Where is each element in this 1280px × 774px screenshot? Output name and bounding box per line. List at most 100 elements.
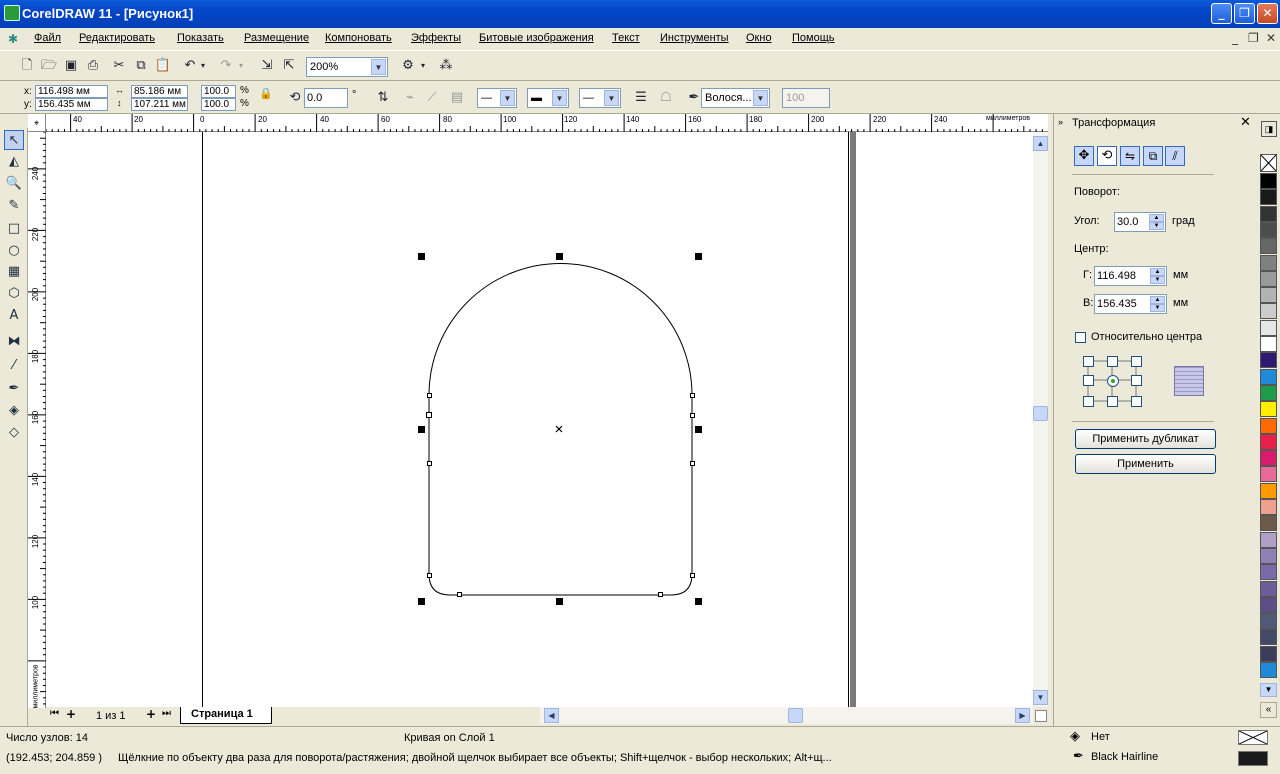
- anchor-center-radio[interactable]: [1107, 375, 1119, 387]
- rectangle-tool-icon[interactable]: □: [4, 219, 24, 239]
- anchor-middle-left[interactable]: [1083, 375, 1094, 386]
- import-icon[interactable]: ⇲: [257, 56, 277, 76]
- menu-bitmaps[interactable]: Битовые изображения: [479, 32, 594, 44]
- menu-help[interactable]: Помощь: [792, 32, 835, 44]
- color-swatch[interactable]: [1260, 303, 1277, 320]
- curve-node[interactable]: [690, 461, 695, 466]
- color-swatch[interactable]: [1260, 270, 1277, 287]
- start-arrow-select[interactable]: — ▼: [477, 88, 517, 108]
- color-swatch[interactable]: [1260, 287, 1277, 304]
- skew-tab-icon[interactable]: ⫽: [1165, 146, 1185, 166]
- selection-handle[interactable]: [556, 253, 563, 260]
- x-position-field[interactable]: 116.498 мм: [35, 85, 108, 98]
- anchor-top-left[interactable]: [1083, 356, 1094, 367]
- color-swatch[interactable]: [1260, 629, 1277, 646]
- freehand-tool-icon[interactable]: ✎: [4, 196, 24, 216]
- horizontal-ruler[interactable]: 40 20 0 20 40 60 80 100 120 140 160 180 …: [46, 114, 1048, 132]
- angle-spinbox[interactable]: 30.0 ▲ ▼: [1114, 212, 1166, 232]
- scale-width-field[interactable]: 100.0: [201, 85, 236, 98]
- docker-grip-icon[interactable]: »: [1058, 117, 1063, 127]
- scale-height-field[interactable]: 100.0: [201, 98, 236, 111]
- anchor-top-center[interactable]: [1107, 356, 1118, 367]
- curve-node[interactable]: [690, 393, 695, 398]
- curve-node[interactable]: [690, 413, 695, 418]
- color-swatch[interactable]: [1260, 238, 1277, 255]
- curve-node[interactable]: [427, 573, 432, 578]
- docker-close-icon[interactable]: ✕: [1240, 115, 1251, 130]
- vertical-scrollbar[interactable]: ▲ ▼: [1033, 132, 1048, 707]
- color-swatch[interactable]: [1260, 531, 1277, 548]
- cut-icon[interactable]: ✂: [109, 56, 129, 76]
- menu-edit[interactable]: Редактировать: [79, 32, 155, 44]
- selection-handle[interactable]: [695, 253, 702, 260]
- rotate-tab-icon[interactable]: ⟲: [1097, 146, 1117, 166]
- close-button[interactable]: ✕: [1257, 3, 1278, 24]
- curve-node[interactable]: [690, 573, 695, 578]
- selection-handle[interactable]: [418, 253, 425, 260]
- vertical-ruler[interactable]: 240 220 200 180 160 140 120 100 миллимет…: [28, 132, 46, 709]
- fill-swatch-none[interactable]: [1238, 730, 1268, 745]
- color-swatch[interactable]: [1260, 384, 1277, 401]
- color-swatch[interactable]: [1260, 254, 1277, 271]
- new-document-icon[interactable]: 🗋: [17, 56, 37, 76]
- anchor-top-right[interactable]: [1131, 356, 1142, 367]
- pick-tool-icon[interactable]: ↖: [4, 130, 24, 150]
- scroll-left-arrow-icon[interactable]: ◀: [544, 708, 559, 723]
- zoom-level-select[interactable]: 200% ▼: [306, 57, 388, 77]
- menu-file[interactable]: Файл: [34, 32, 61, 44]
- menu-tools[interactable]: Инструменты: [660, 32, 729, 44]
- corel-online-icon[interactable]: ⁂: [436, 56, 456, 76]
- center-v-spinbox[interactable]: 156.435 ▲ ▼: [1094, 294, 1167, 314]
- palette-expand-icon[interactable]: «: [1260, 702, 1277, 718]
- horizontal-scrollbar[interactable]: ◀ ▶: [540, 707, 1033, 724]
- selected-curve[interactable]: [46, 132, 1033, 707]
- color-swatch[interactable]: [1260, 336, 1277, 352]
- zoom-tool-icon[interactable]: 🔍: [4, 174, 24, 194]
- text-tool-icon[interactable]: A: [4, 306, 24, 326]
- launcher-dropdown-icon[interactable]: ▾: [418, 56, 428, 76]
- menu-view[interactable]: Показать: [177, 32, 224, 44]
- vertical-scroll-thumb[interactable]: [1033, 406, 1048, 421]
- anchor-bottom-center[interactable]: [1107, 396, 1118, 407]
- color-swatch[interactable]: [1260, 499, 1277, 515]
- color-swatch[interactable]: [1260, 205, 1277, 222]
- curve-node[interactable]: [658, 592, 663, 597]
- outline-tool-icon[interactable]: ✒: [4, 379, 24, 399]
- shape-tool-icon[interactable]: ◭: [4, 152, 24, 172]
- color-swatch[interactable]: [1260, 662, 1277, 678]
- selection-handle[interactable]: [418, 598, 425, 605]
- scroll-down-arrow-icon[interactable]: ▼: [1033, 690, 1048, 705]
- menu-layout[interactable]: Размещение: [244, 32, 309, 44]
- scale-mirror-tab-icon[interactable]: ⇋: [1120, 146, 1140, 166]
- arch-shape-path[interactable]: [428, 263, 693, 596]
- navigator-icon[interactable]: [1035, 710, 1047, 722]
- height-field[interactable]: 107.211 мм: [131, 98, 188, 111]
- position-tab-icon[interactable]: ✥: [1074, 146, 1094, 166]
- color-swatch[interactable]: [1260, 173, 1277, 189]
- color-swatch[interactable]: [1260, 433, 1277, 450]
- color-swatch[interactable]: [1260, 466, 1277, 483]
- scroll-right-arrow-icon[interactable]: ▶: [1015, 708, 1030, 723]
- no-fill-swatch[interactable]: [1260, 154, 1277, 172]
- relative-center-checkbox[interactable]: [1075, 332, 1086, 343]
- save-icon[interactable]: ▣: [61, 56, 81, 76]
- color-swatch[interactable]: [1260, 319, 1277, 336]
- color-swatch[interactable]: [1260, 401, 1277, 418]
- ellipse-tool-icon[interactable]: ○: [4, 241, 24, 261]
- ruler-origin-icon[interactable]: ⌖: [28, 114, 46, 132]
- anchor-bottom-right[interactable]: [1131, 396, 1142, 407]
- export-icon[interactable]: ⇱: [279, 56, 299, 76]
- color-swatch[interactable]: [1260, 482, 1277, 499]
- curve-node[interactable]: [427, 461, 432, 466]
- palette-scroll-down-icon[interactable]: ▼: [1260, 683, 1277, 697]
- page-tab-1[interactable]: Страница 1: [180, 707, 272, 724]
- add-page-before-icon[interactable]: +: [66, 707, 76, 721]
- add-page-after-icon[interactable]: +: [146, 707, 156, 721]
- spin-down-icon[interactable]: ▼: [1150, 304, 1165, 312]
- size-tab-icon[interactable]: ⧉: [1143, 146, 1163, 166]
- outline-width-select[interactable]: Волося... ▼: [701, 88, 770, 108]
- color-swatch[interactable]: [1260, 645, 1277, 662]
- paste-icon[interactable]: 📋: [153, 56, 173, 76]
- color-swatch[interactable]: [1260, 189, 1277, 206]
- mirror-icon[interactable]: ⇅: [373, 88, 393, 108]
